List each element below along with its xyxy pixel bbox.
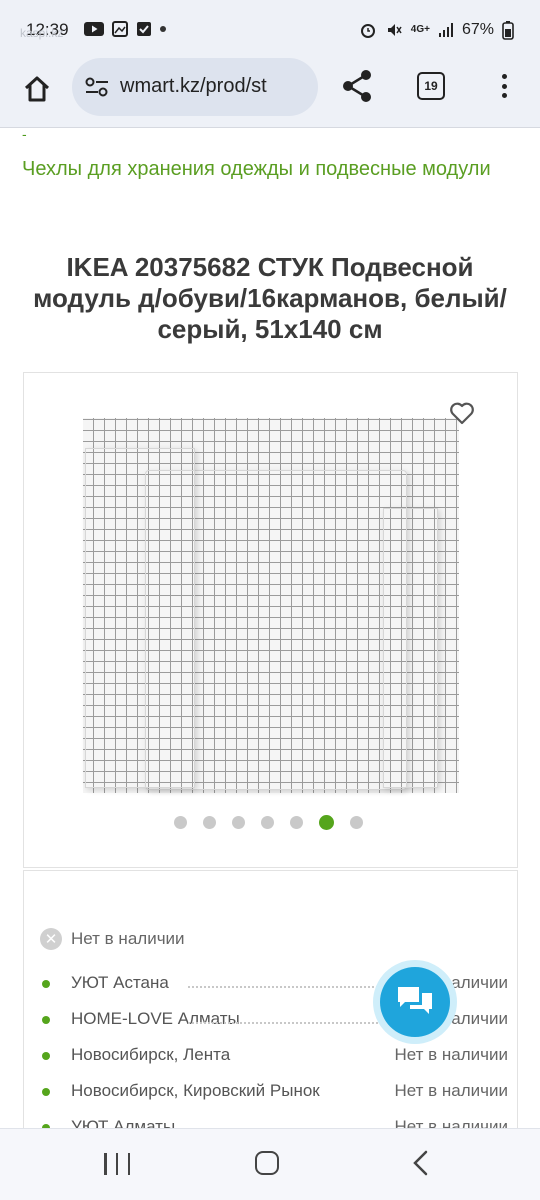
gallery-dot[interactable] bbox=[350, 816, 363, 829]
gallery-dot[interactable] bbox=[319, 815, 334, 830]
breadcrumb-separator: - bbox=[22, 126, 27, 142]
store-row: Новосибирск, Лента Нет в наличии bbox=[40, 1044, 510, 1068]
store-dot bbox=[42, 980, 50, 988]
store-name: HOME-LOVE Алматы bbox=[71, 1009, 240, 1028]
chat-icon bbox=[398, 987, 432, 1014]
chat-button[interactable] bbox=[373, 960, 457, 1044]
home-icon bbox=[24, 76, 50, 102]
gallery-icon bbox=[112, 21, 128, 37]
gallery-dot[interactable] bbox=[232, 816, 245, 829]
gallery-dot[interactable] bbox=[261, 816, 274, 829]
store-dot bbox=[42, 1016, 50, 1024]
store-name: Новосибирск, Кировский Рынок bbox=[71, 1081, 320, 1100]
battery-icon bbox=[502, 21, 514, 40]
store-name: Новосибирск, Лента bbox=[71, 1045, 231, 1064]
network-type: 4G+ bbox=[410, 24, 430, 35]
page: 12:39 kaspi.kz 4G+ 67% wmart.kz/prod/st … bbox=[0, 0, 540, 1200]
alarm-icon bbox=[360, 24, 375, 38]
availability-text: Нет в наличии bbox=[71, 929, 185, 948]
check-icon bbox=[137, 22, 151, 36]
home-button[interactable] bbox=[18, 70, 56, 108]
browser-toolbar: wmart.kz/prod/st 19 bbox=[0, 58, 540, 128]
breadcrumb-category-link[interactable]: Чехлы для хранения одежды и подвесные мо… bbox=[22, 154, 522, 184]
store-dot bbox=[42, 1088, 50, 1096]
gallery-dot[interactable] bbox=[174, 816, 187, 829]
system-nav-bar bbox=[0, 1128, 540, 1200]
chat-button-inner[interactable] bbox=[380, 967, 450, 1037]
store-leader bbox=[188, 1022, 378, 1024]
back-icon[interactable] bbox=[410, 1149, 430, 1177]
store-status: Нет в наличии bbox=[394, 1045, 508, 1064]
image-pocket-shape bbox=[383, 508, 438, 788]
store-dot bbox=[42, 1052, 50, 1060]
mute-icon bbox=[387, 24, 402, 36]
store-name: УЮТ Астана bbox=[71, 973, 169, 992]
share-icon[interactable] bbox=[340, 68, 374, 104]
status-bar: 12:39 kaspi.kz 4G+ 67% bbox=[0, 0, 540, 58]
image-pocket-shape bbox=[85, 448, 195, 788]
product-image[interactable] bbox=[83, 418, 459, 793]
store-row: Новосибирск, Кировский Рынок Нет в налич… bbox=[40, 1080, 510, 1104]
tab-switcher-button[interactable]: 19 bbox=[417, 72, 445, 100]
tune-icon[interactable] bbox=[84, 76, 110, 98]
youtube-icon bbox=[84, 22, 104, 36]
product-title: IKEA 20375682 СТУК Подвесной модуль д/об… bbox=[33, 252, 507, 344]
recent-apps-button[interactable] bbox=[104, 1153, 130, 1175]
system-icons: 4G+ 67% bbox=[359, 20, 514, 40]
store-status: Нет в наличии bbox=[394, 1081, 508, 1100]
nav-home-button[interactable] bbox=[255, 1151, 279, 1175]
signal-icon bbox=[438, 23, 453, 37]
gallery-dot[interactable] bbox=[290, 816, 303, 829]
status-overlay-text: kaspi.kz bbox=[20, 26, 64, 40]
battery-percent: 67% bbox=[461, 21, 494, 38]
notification-icons bbox=[84, 21, 166, 37]
product-gallery[interactable] bbox=[23, 372, 518, 868]
url-text[interactable]: wmart.kz/prod/st bbox=[120, 75, 310, 98]
address-bar[interactable]: wmart.kz/prod/st bbox=[72, 58, 318, 116]
store-leader bbox=[188, 986, 378, 988]
more-notifications-icon bbox=[160, 26, 166, 32]
gallery-pagination bbox=[174, 815, 363, 830]
more-vert-icon[interactable] bbox=[495, 70, 513, 102]
close-circle-icon: ✕ bbox=[40, 928, 62, 950]
gallery-dot[interactable] bbox=[203, 816, 216, 829]
availability-status: ✕ Нет в наличии bbox=[40, 928, 185, 950]
heart-icon[interactable] bbox=[449, 401, 475, 425]
